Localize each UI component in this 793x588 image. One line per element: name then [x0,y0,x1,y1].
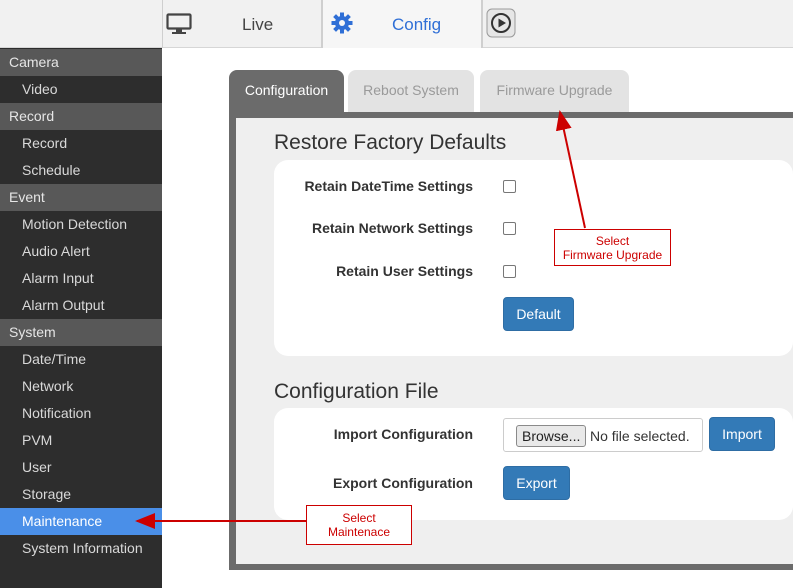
browse-button[interactable]: Browse... [516,425,587,447]
import-configuration-label: Import Configuration [333,426,473,442]
sidebar-item-alarm-output[interactable]: Alarm Output [0,292,162,319]
sidebar-header-event[interactable]: Event [0,184,162,211]
maintenance-callout-line1: Select [342,511,376,525]
tab-reboot-system[interactable]: Reboot System [348,70,474,113]
export-button[interactable]: Export [503,466,570,500]
export-configuration-label: Export Configuration [333,475,473,491]
sidebar-item-video[interactable]: Video [0,76,162,103]
maintenance-callout-line2: Maintenace [327,525,391,539]
sidebar-item-motion-detection[interactable]: Motion Detection [0,211,162,238]
sidebar-item-system-information[interactable]: System Information [0,535,162,562]
play-icon [486,8,516,43]
retain-datetime-checkbox[interactable] [503,180,516,193]
config-label: Config [392,15,442,34]
firmware-upgrade-callout: Select Firmware Upgrade [554,229,671,266]
sidebar-item-schedule[interactable]: Schedule [0,157,162,184]
tab-configuration[interactable]: Configuration [229,70,344,113]
file-status-text: No file selected. [590,428,690,444]
live-nav-button[interactable]: Live [162,0,322,48]
configuration-file-title: Configuration File [274,380,439,403]
default-button[interactable]: Default [503,297,574,331]
retain-datetime-label: Retain DateTime Settings [304,178,473,194]
live-label: Live [242,15,274,34]
sidebar-item-network[interactable]: Network [0,373,162,400]
sidebar-header-record[interactable]: Record [0,103,162,130]
retain-network-label: Retain Network Settings [311,220,473,236]
firmware-callout-line2: Firmware Upgrade [562,248,663,262]
monitor-icon [166,13,192,40]
file-input[interactable]: Browse... No file selected. [503,418,703,452]
retain-network-checkbox[interactable] [503,222,516,235]
top-navigation-bar: Live Config [0,0,793,48]
sidebar-item-pvm[interactable]: PVM [0,427,162,454]
sidebar-item-record[interactable]: Record [0,130,162,157]
config-nav-button[interactable]: Config [322,0,482,48]
sidebar-item-maintenance[interactable]: Maintenance [0,508,162,535]
sidebar: Camera Video Record Record Schedule Even… [0,48,162,588]
sidebar-header-system[interactable]: System [0,319,162,346]
sidebar-item-storage[interactable]: Storage [0,481,162,508]
firmware-callout-line1: Select [595,234,630,248]
sidebar-header-camera[interactable]: Camera [0,49,162,76]
sidebar-item-audio-alert[interactable]: Audio Alert [0,238,162,265]
maintenance-callout: Select Maintenace [306,505,412,545]
sidebar-item-notification[interactable]: Notification [0,400,162,427]
sidebar-item-date-time[interactable]: Date/Time [0,346,162,373]
sidebar-item-alarm-input[interactable]: Alarm Input [0,265,162,292]
retain-user-label: Retain User Settings [336,263,473,279]
tab-firmware-upgrade[interactable]: Firmware Upgrade [480,70,629,113]
sidebar-item-user[interactable]: User [0,454,162,481]
playback-nav-button[interactable] [482,0,793,48]
retain-user-checkbox[interactable] [503,265,516,278]
restore-defaults-title: Restore Factory Defaults [274,131,507,154]
import-button[interactable]: Import [709,417,775,451]
gear-icon [331,12,353,39]
